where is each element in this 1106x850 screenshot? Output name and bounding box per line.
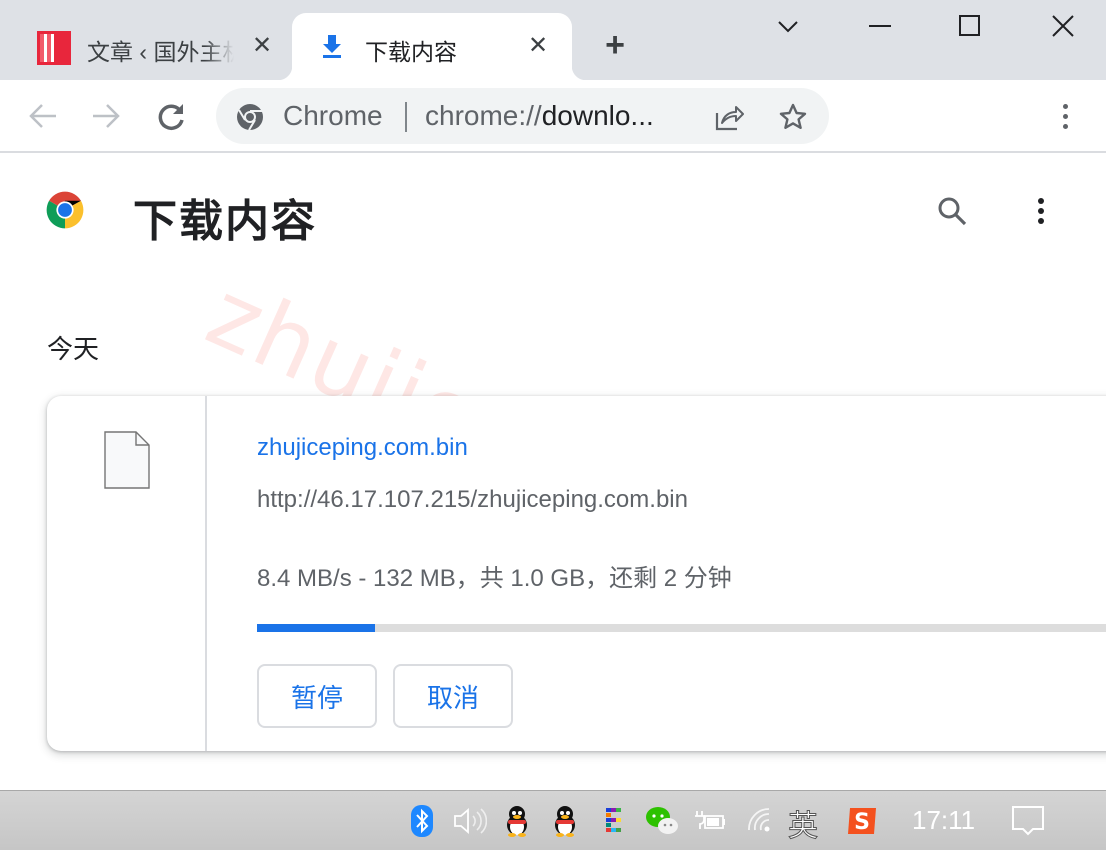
window-close-button[interactable] xyxy=(1043,8,1083,44)
bookmark-star-icon xyxy=(779,103,807,129)
forward-icon xyxy=(93,104,120,128)
url-text[interactable]: chrome://downlo... xyxy=(425,100,654,132)
forward-button[interactable] xyxy=(88,98,124,134)
minimize-button[interactable] xyxy=(860,8,900,44)
browser-menu-button[interactable] xyxy=(1050,98,1080,134)
tray-wifi[interactable] xyxy=(746,803,776,839)
system-clock[interactable]: 17:11 xyxy=(912,805,975,836)
file-icon-column xyxy=(47,396,207,751)
address-bar[interactable]: Chrome chrome://downlo... xyxy=(216,88,829,144)
back-button[interactable] xyxy=(25,98,61,134)
chrome-logo-icon xyxy=(46,191,84,229)
tab-article[interactable]: 文章 ‹ 国外主机 ✕ xyxy=(20,13,282,80)
wechat-icon xyxy=(646,807,678,834)
ime-indicator[interactable]: 英 xyxy=(788,801,819,845)
tab-close-button[interactable]: ✕ xyxy=(249,33,275,59)
app-grid-icon xyxy=(606,808,621,832)
svg-text:S: S xyxy=(854,810,870,835)
power-icon xyxy=(695,811,725,829)
file-icon xyxy=(104,431,150,489)
close-icon xyxy=(1052,15,1074,37)
minimize-icon xyxy=(869,25,891,27)
share-icon xyxy=(715,106,744,131)
bluetooth-icon xyxy=(411,805,433,837)
qq-icon xyxy=(555,806,575,837)
tray-qq-2[interactable] xyxy=(550,803,580,839)
tab-title: 文章 ‹ 国外主机 xyxy=(87,39,234,65)
tray-notifications[interactable] xyxy=(1010,803,1046,839)
downloads-page: zhujiceping.com 下载内容 今天 zhujiceping.com.… xyxy=(0,155,1106,790)
share-button[interactable] xyxy=(712,100,746,134)
back-icon xyxy=(29,104,56,128)
tab-downloads[interactable]: 下载内容 ✕ xyxy=(278,13,586,80)
tray-volume[interactable] xyxy=(452,803,488,839)
url-host: downlo... xyxy=(541,100,654,131)
url-scheme: chrome:// xyxy=(425,100,542,131)
omnibox-separator xyxy=(405,102,407,132)
page-title: 下载内容 xyxy=(133,197,317,246)
tray-sogou[interactable]: S xyxy=(845,803,879,839)
more-actions-button[interactable] xyxy=(1026,191,1056,231)
tab-search-button[interactable] xyxy=(768,8,808,44)
maximize-icon xyxy=(959,15,980,36)
search-icon xyxy=(938,197,967,226)
date-header: 今天 xyxy=(47,334,100,364)
file-name-link[interactable]: zhujiceping.com.bin xyxy=(257,434,468,462)
new-tab-button[interactable]: + xyxy=(598,28,632,62)
download-status: 8.4 MB/s - 132 MB，共 1.0 GB，还剩 2 分钟 xyxy=(257,565,732,592)
download-progress-bar xyxy=(257,624,1106,632)
notification-icon xyxy=(1012,806,1044,836)
cancel-button[interactable]: 取消 xyxy=(393,664,513,728)
source-url[interactable]: http://46.17.107.215/zhujiceping.com.bin xyxy=(257,486,688,514)
chrome-chip: Chrome xyxy=(283,100,383,131)
chevron-down-icon xyxy=(778,21,798,33)
tab-strip: 文章 ‹ 国外主机 ✕ 下载内容 ✕ + xyxy=(0,0,1106,80)
search-downloads-button[interactable] xyxy=(932,191,972,231)
menu-icon xyxy=(1062,103,1068,109)
qq-icon xyxy=(507,806,527,837)
tray-power[interactable] xyxy=(692,803,728,839)
reload-button[interactable] xyxy=(154,98,190,134)
tray-app-grid[interactable] xyxy=(604,803,624,839)
browser-toolbar: Chrome chrome://downlo... xyxy=(0,80,1106,153)
site-logo-icon xyxy=(37,31,71,65)
tab-close-button[interactable]: ✕ xyxy=(525,33,551,59)
chrome-page-icon xyxy=(237,104,263,131)
volume-icon xyxy=(454,808,487,834)
wifi-icon xyxy=(748,808,770,832)
sogou-icon: S xyxy=(848,808,876,835)
reload-icon xyxy=(158,104,184,130)
maximize-button[interactable] xyxy=(950,8,990,44)
progress-fill xyxy=(257,624,376,632)
tray-wechat[interactable] xyxy=(644,803,680,839)
download-icon xyxy=(323,35,341,58)
pause-button[interactable]: 暂停 xyxy=(257,664,377,728)
download-item: zhujiceping.com.bin http://46.17.107.215… xyxy=(47,396,1106,751)
tab-title: 下载内容 xyxy=(365,39,457,65)
tray-bluetooth[interactable] xyxy=(410,803,434,839)
bookmark-button[interactable] xyxy=(776,100,810,134)
taskbar: 英 S 17:11 xyxy=(0,790,1106,850)
more-vert-icon xyxy=(1038,198,1044,204)
tray-qq-1[interactable] xyxy=(502,803,532,839)
